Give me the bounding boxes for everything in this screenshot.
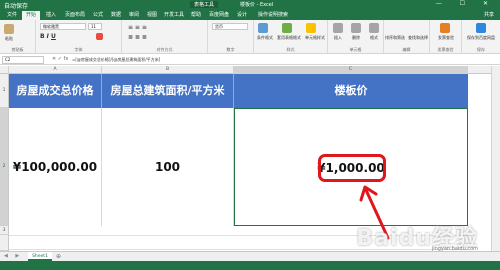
sheet-tab-sheet1[interactable]: Sheet1 [28,252,52,261]
vertical-scrollbar[interactable] [491,66,500,251]
sheet-tab-bar: ◀ ▶ Sheet1 ⊕ [0,251,500,261]
sheet-nav-arrows[interactable]: ◀ ▶ [4,253,22,259]
baidu-watermark-url: jingyan.baidu.com [431,246,478,252]
status-bar [0,261,500,270]
add-sheet-icon[interactable]: ⊕ [56,253,61,260]
horizontal-scrollbar[interactable] [230,253,490,261]
